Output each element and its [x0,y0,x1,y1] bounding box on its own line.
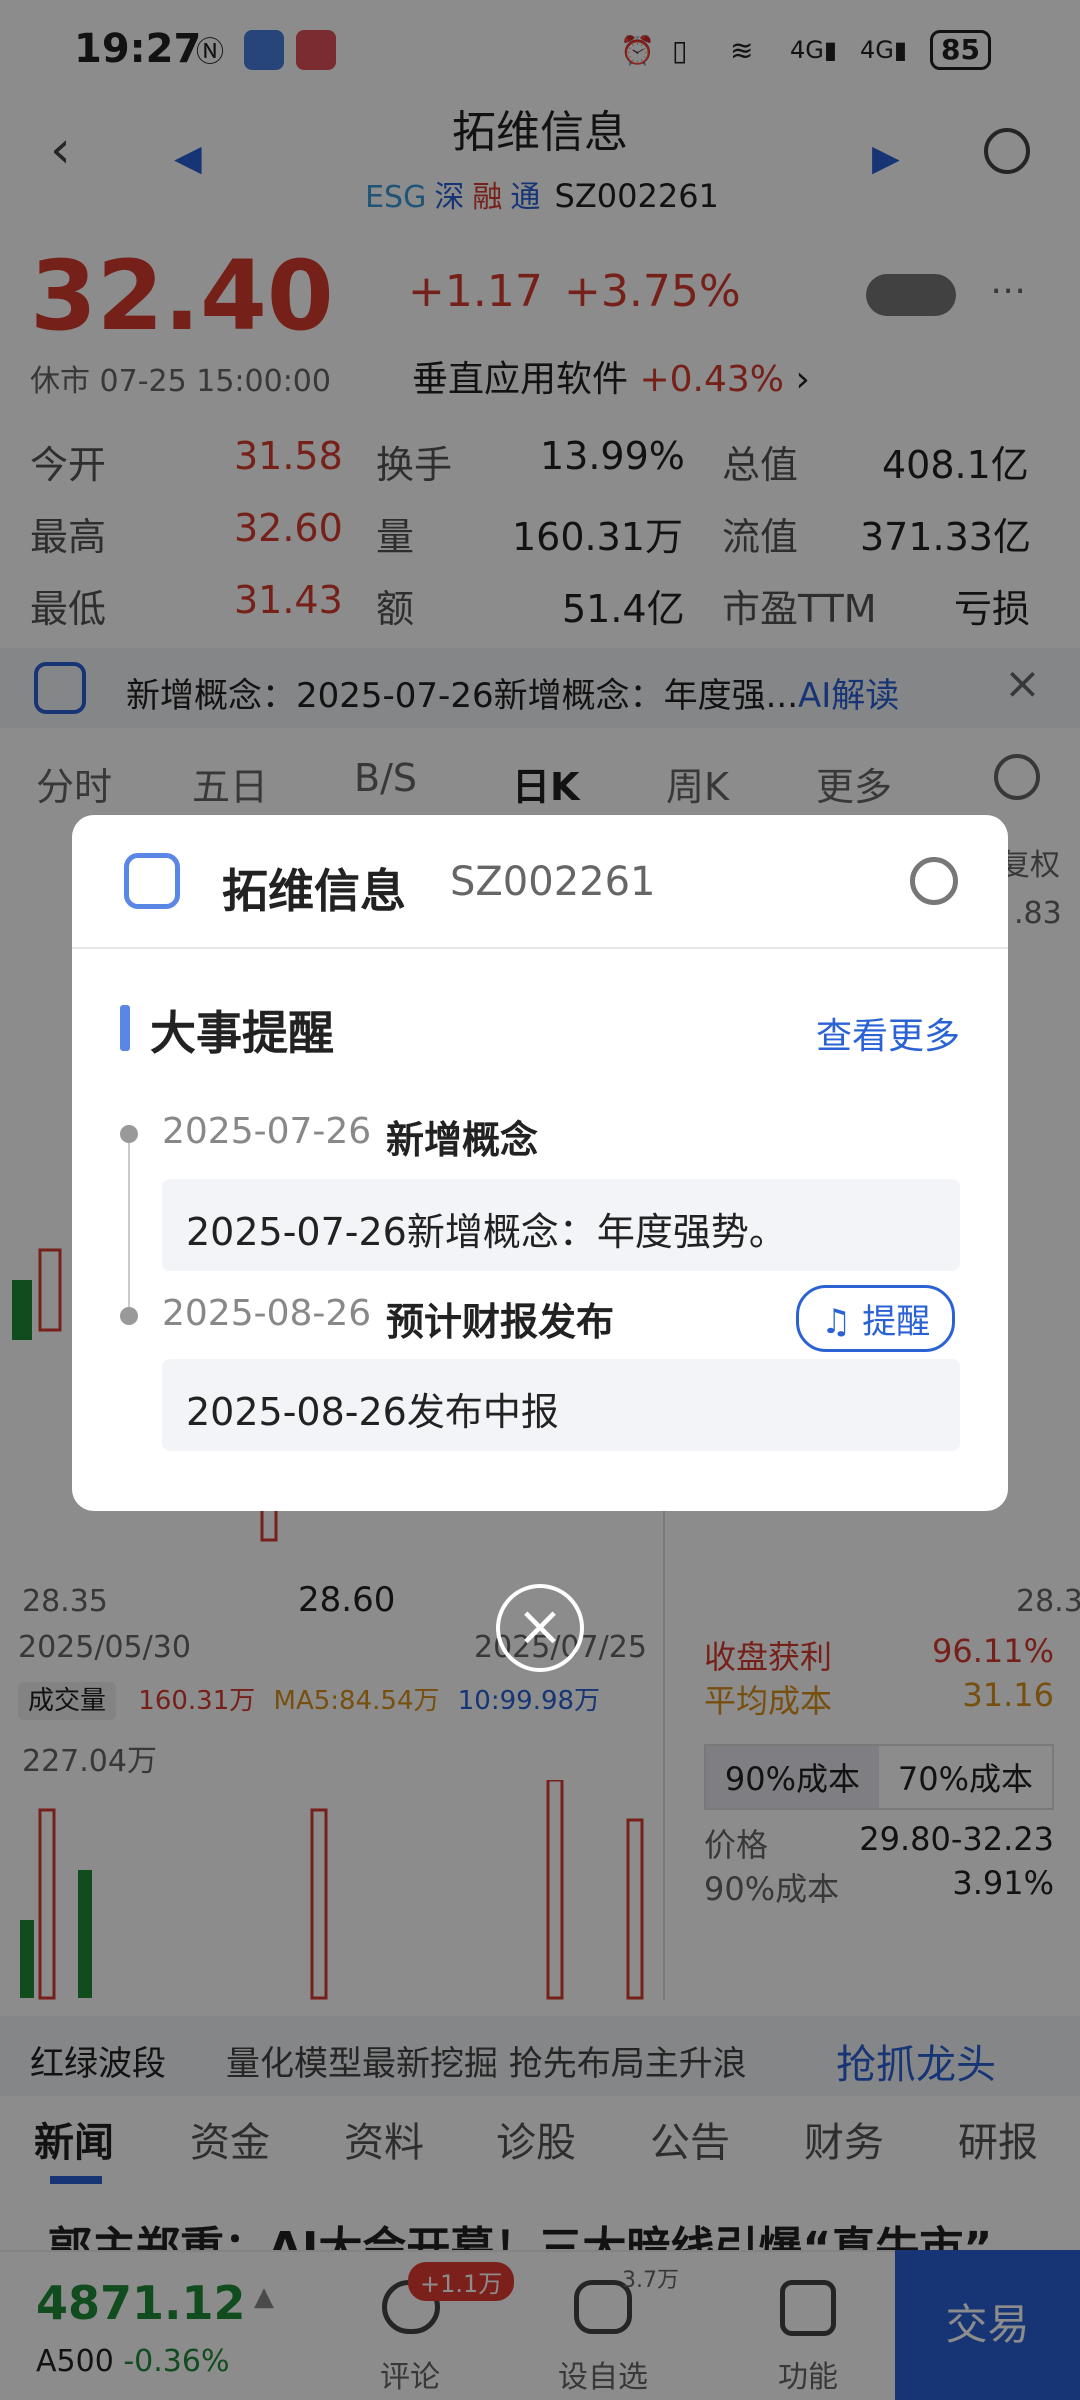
modal-header: 拓维信息 SZ002261 [72,815,1008,949]
remind-button-label: 提醒 [862,1302,931,1342]
timeline-dot [120,1125,138,1143]
event-date: 2025-08-26 [162,1293,372,1334]
event-title: 预计财报发布 [386,1300,615,1344]
bell-icon: ♫ [821,1302,852,1342]
settings-icon[interactable] [910,857,958,905]
section-title: 大事提醒 [150,1006,334,1060]
event-reminder-modal: 拓维信息 SZ002261 大事提醒 查看更多 2025-07-26 新增概念 … [72,815,1008,1511]
event-detail: 2025-07-26新增概念：年度强势。 [162,1179,960,1271]
timeline-dot [120,1307,138,1325]
event-title: 新增概念 [386,1118,539,1162]
timeline-line [128,1135,130,1315]
event-detail: 2025-08-26发布中报 [162,1359,960,1451]
modal-stock-name: 拓维信息 [222,864,406,918]
modal-close-button[interactable]: × [496,1584,584,1672]
remind-button[interactable]: ♫ 提醒 [796,1285,956,1352]
view-more-link[interactable]: 查看更多 [816,1007,960,1059]
reminder-icon [124,853,180,909]
event-date: 2025-07-26 [162,1111,372,1152]
section-accent [120,1005,130,1051]
modal-stock-code: SZ002261 [450,859,656,905]
